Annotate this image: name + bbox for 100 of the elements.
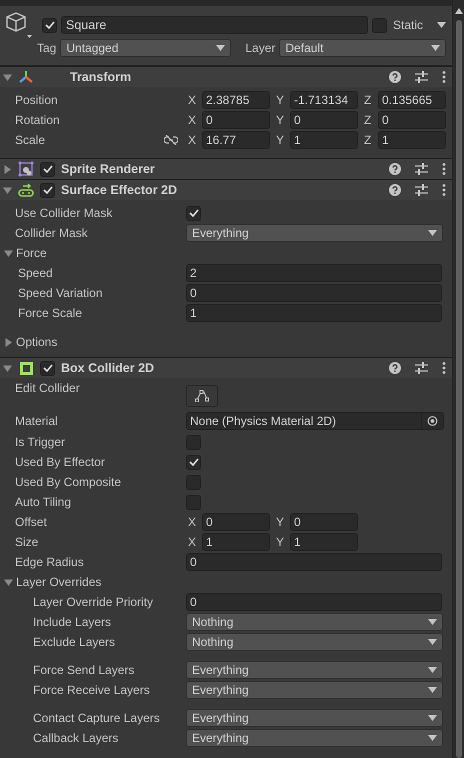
number-field[interactable]: 0 xyxy=(202,513,270,531)
scrollbar-thumb[interactable] xyxy=(456,20,462,758)
edit-collider-button[interactable] xyxy=(186,385,218,407)
foldout-arrow-icon[interactable] xyxy=(4,248,13,258)
more-options-icon[interactable] xyxy=(442,362,446,374)
tag-dropdown[interactable]: Untagged xyxy=(60,39,232,57)
more-options-icon[interactable] xyxy=(442,184,446,196)
dropdown[interactable]: Everything xyxy=(186,729,443,747)
property-label: Force Scale xyxy=(18,306,82,320)
checkbox[interactable] xyxy=(186,474,201,490)
dropdown[interactable]: Nothing xyxy=(186,613,443,631)
property-label: Force Receive Layers xyxy=(33,683,150,697)
more-options-icon[interactable] xyxy=(442,71,446,83)
foldout-arrow-icon[interactable] xyxy=(3,72,12,82)
number-field[interactable]: -1.713134 xyxy=(290,91,358,109)
component-header[interactable]: Box Collider 2D xyxy=(0,357,452,378)
static-label: Static xyxy=(392,18,423,32)
component-header[interactable]: Surface Effector 2D xyxy=(0,179,452,200)
property-label: Callback Layers xyxy=(33,731,118,745)
foldout-arrow-icon[interactable] xyxy=(4,578,13,586)
number-field[interactable]: 0 xyxy=(186,553,442,571)
foldout-label[interactable]: Force xyxy=(16,246,47,260)
number-field[interactable]: 1 xyxy=(290,533,358,551)
dropdown-caret-icon xyxy=(437,22,446,28)
settings-sliders-icon[interactable] xyxy=(415,184,428,196)
cube-icon[interactable] xyxy=(4,11,34,39)
property-label: Is Trigger xyxy=(15,435,66,449)
help-icon[interactable] xyxy=(389,71,401,83)
number-field[interactable]: 1 xyxy=(186,304,442,322)
dropdown[interactable]: Everything xyxy=(186,224,443,242)
tag-label: Tag xyxy=(37,41,56,55)
number-field[interactable]: 1 xyxy=(290,131,358,149)
settings-sliders-icon[interactable] xyxy=(415,362,428,374)
number-field[interactable]: 16.77 xyxy=(202,131,270,149)
foldout-arrow-icon[interactable] xyxy=(3,186,12,194)
layer-label: Layer xyxy=(245,41,276,55)
help-icon[interactable] xyxy=(389,184,401,196)
axis-label: X xyxy=(188,515,198,529)
property-label: Position xyxy=(15,93,58,107)
checkbox[interactable] xyxy=(186,454,201,470)
dropdown-caret-icon xyxy=(428,735,437,741)
axis-label: X xyxy=(188,133,198,147)
checkbox[interactable] xyxy=(186,434,201,450)
check-icon xyxy=(44,21,54,29)
unlinked-icon[interactable] xyxy=(164,135,178,145)
dropdown[interactable]: Everything xyxy=(186,709,443,727)
object-field[interactable]: None (Physics Material 2D) xyxy=(186,412,444,430)
component-title: Transform xyxy=(70,70,132,84)
number-field[interactable]: 0 xyxy=(378,111,446,129)
checkbox[interactable] xyxy=(372,18,387,32)
foldout-label[interactable]: Layer Overrides xyxy=(16,575,102,589)
checkbox[interactable] xyxy=(186,494,201,510)
checkbox[interactable] xyxy=(40,162,55,176)
number-field[interactable]: 0 xyxy=(290,111,358,129)
foldout-arrow-icon[interactable] xyxy=(4,338,13,346)
number-field[interactable]: 2 xyxy=(186,264,442,282)
number-field[interactable]: 2.38785 xyxy=(202,91,270,109)
dropdown[interactable]: Everything xyxy=(186,681,443,699)
foldout-label[interactable]: Options xyxy=(16,335,58,349)
number-field[interactable]: 0 xyxy=(202,111,270,129)
more-options-icon[interactable] xyxy=(442,163,446,175)
checkbox[interactable] xyxy=(42,18,57,32)
scroll-up-icon[interactable] xyxy=(454,8,462,14)
property-label: Size xyxy=(15,535,38,549)
property-label: Collider Mask xyxy=(15,226,88,240)
sprite-icon xyxy=(18,161,34,177)
axis-label: Y xyxy=(276,535,286,549)
dropdown-caret-icon xyxy=(428,687,437,693)
axis-label: X xyxy=(188,535,198,549)
foldout-arrow-icon[interactable] xyxy=(3,164,12,174)
component-header[interactable]: Transform xyxy=(0,66,452,87)
property-label: Offset xyxy=(15,515,47,529)
checkbox[interactable] xyxy=(40,360,55,376)
help-icon[interactable] xyxy=(389,362,401,374)
property-label: Auto Tiling xyxy=(15,495,72,509)
property-label: Contact Capture Layers xyxy=(33,711,160,725)
property-label: Edge Radius xyxy=(15,555,84,569)
property-label: Use Collider Mask xyxy=(15,206,112,220)
number-field[interactable]: 0 xyxy=(186,593,442,611)
number-field[interactable]: 0 xyxy=(186,284,442,302)
check-icon xyxy=(188,458,198,466)
number-field[interactable]: 0 xyxy=(290,513,358,531)
dropdown[interactable]: Nothing xyxy=(186,633,443,651)
component-title: Surface Effector 2D xyxy=(61,183,178,197)
checkbox[interactable] xyxy=(186,206,201,220)
help-icon[interactable] xyxy=(389,163,401,175)
component-header[interactable]: Sprite Renderer xyxy=(0,158,452,179)
number-field[interactable]: 1 xyxy=(202,533,270,551)
settings-sliders-icon[interactable] xyxy=(415,163,428,175)
checkbox[interactable] xyxy=(40,182,55,198)
number-field[interactable]: 1 xyxy=(378,131,446,149)
number-field[interactable]: 0.135665 xyxy=(378,91,446,109)
settings-sliders-icon[interactable] xyxy=(415,71,428,83)
layer-dropdown[interactable]: Default xyxy=(279,39,446,57)
axis-label: Y xyxy=(276,133,286,147)
foldout-arrow-icon[interactable] xyxy=(3,364,12,372)
dropdown[interactable]: Everything xyxy=(186,661,443,679)
dropdown-caret-icon xyxy=(428,715,437,721)
name-field[interactable]: Square xyxy=(61,16,368,34)
axis-label: X xyxy=(188,113,198,127)
